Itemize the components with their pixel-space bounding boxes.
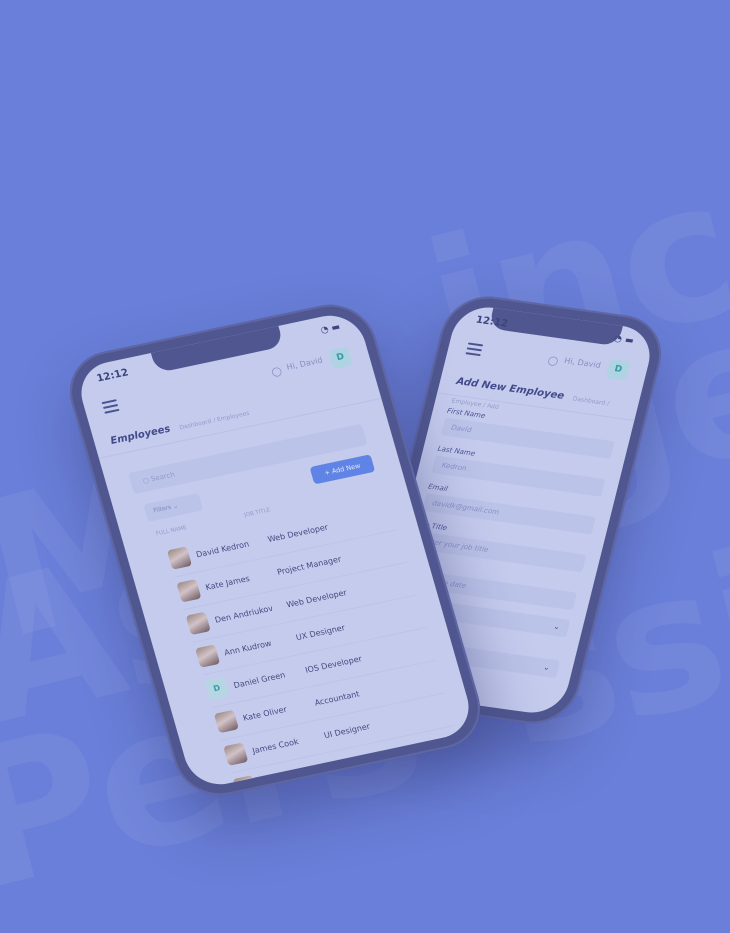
user-avatar[interactable]: D bbox=[327, 345, 354, 370]
employee-job-title: Accountant bbox=[313, 689, 361, 708]
employee-avatar bbox=[213, 709, 239, 734]
employee-job-title: IOS Developer bbox=[304, 654, 363, 675]
employee-list: David Kedron Web Developer Kate James Pr… bbox=[165, 497, 464, 791]
breadcrumb-path: Dashboard / Employees bbox=[178, 409, 251, 432]
hamburger-menu-icon[interactable] bbox=[465, 342, 484, 357]
employee-name: Den Andriukov bbox=[213, 603, 275, 625]
search-placeholder: Search bbox=[149, 470, 176, 484]
employee-avatar bbox=[223, 742, 249, 766]
breadcrumb-path: Dashboard / Employee / Add bbox=[450, 395, 610, 411]
employee-avatar: D bbox=[204, 677, 230, 701]
employee-avatar bbox=[232, 775, 258, 791]
employee-avatar bbox=[185, 611, 211, 636]
employee-name: David Kedron bbox=[195, 539, 251, 560]
employee-job-title: UI Designer bbox=[322, 721, 372, 741]
employee-job-title: Web Developer bbox=[285, 588, 348, 610]
user-avatar[interactable]: D bbox=[605, 358, 631, 381]
wifi-battery-icon: ◔ ▬ bbox=[319, 322, 342, 336]
employee-name: James Cook bbox=[251, 737, 300, 756]
employee-name: Daniel Green bbox=[232, 670, 287, 691]
user-greeting: Hi, David bbox=[563, 356, 602, 370]
employee-name: Kate James bbox=[204, 574, 251, 593]
employee-job-title: Project Manager bbox=[276, 554, 343, 577]
employee-name: Ann Kudrow bbox=[223, 638, 273, 658]
employee-avatar bbox=[176, 579, 202, 603]
employee-avatar bbox=[166, 546, 193, 570]
employee-name: Kate Oliver bbox=[241, 704, 288, 723]
add-new-button[interactable]: + Add New bbox=[309, 454, 376, 485]
user-greeting: Hi, David bbox=[285, 355, 324, 372]
chevron-down-icon: ⌄ bbox=[542, 662, 552, 673]
search-icon[interactable]: ○ bbox=[269, 363, 283, 379]
filters-dropdown[interactable]: Filters ⌄ bbox=[143, 492, 204, 522]
employee-avatar bbox=[195, 644, 221, 668]
employee-job-title: UX Designer bbox=[294, 623, 347, 643]
page-title: Employees bbox=[109, 423, 172, 447]
hamburger-menu-icon[interactable] bbox=[101, 399, 120, 414]
status-time: 12:12 bbox=[95, 367, 130, 385]
wifi-battery-icon: ◔ ▬ bbox=[612, 333, 635, 347]
page-title: Add New Employee bbox=[455, 376, 566, 402]
column-header-full-name[interactable]: FULL NAME bbox=[155, 525, 187, 537]
filters-label: Filters bbox=[152, 503, 173, 515]
chevron-down-icon: ⌄ bbox=[552, 621, 562, 632]
employee-job-title: Web Developer bbox=[266, 522, 330, 545]
column-header-job-title[interactable]: JOB TITLE bbox=[244, 507, 272, 518]
chevron-down-icon: ⌄ bbox=[172, 502, 179, 511]
search-icon[interactable]: ○ bbox=[546, 353, 560, 368]
